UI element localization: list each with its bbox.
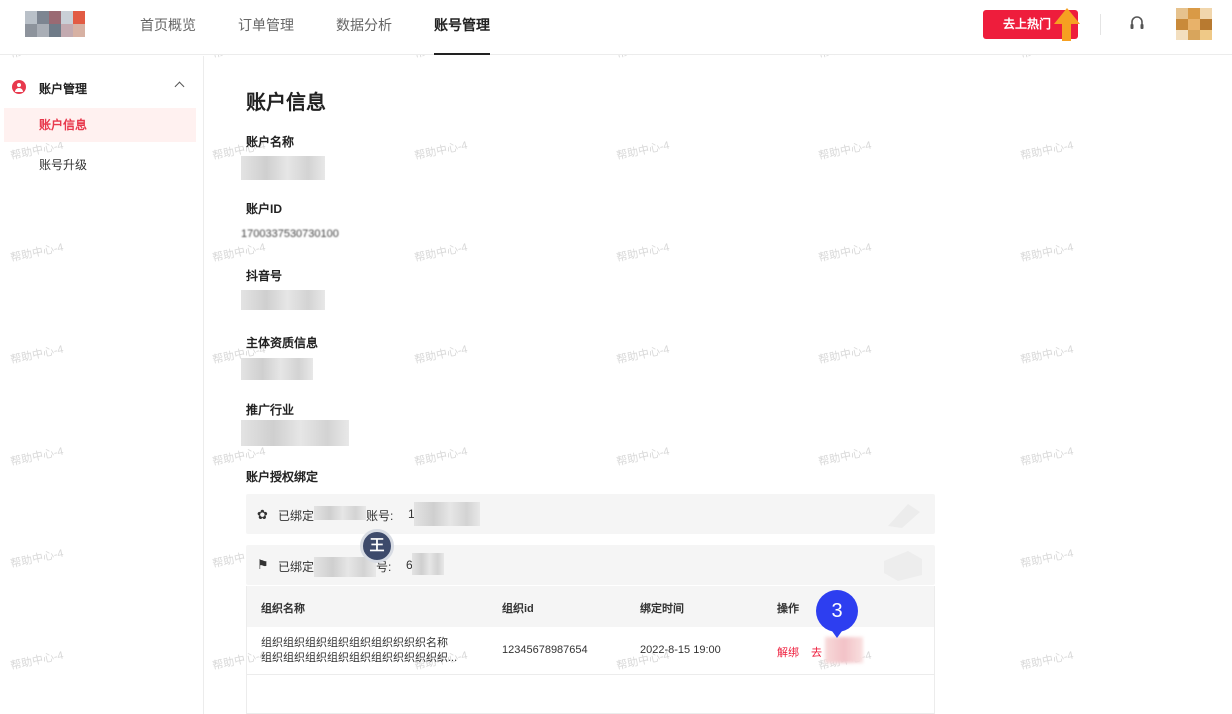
sidebar: 账户管理 账户信息 账号升级 bbox=[0, 56, 204, 714]
top-navigation-bar: 首页概览 订单管理 数据分析 账号管理 去上热门 bbox=[0, 0, 1232, 55]
decorative-box-icon bbox=[884, 551, 922, 581]
logo-tile bbox=[61, 11, 73, 24]
user-marker-badge: 王 bbox=[360, 529, 394, 563]
main-nav: 首页概览 订单管理 数据分析 账号管理 bbox=[140, 0, 532, 55]
logo-tile bbox=[37, 11, 49, 24]
account-id-value: 1700337530730100 bbox=[241, 228, 339, 238]
avatar-tile bbox=[1176, 8, 1188, 19]
go-action-redacted bbox=[825, 637, 863, 663]
page-title: 账户信息 bbox=[246, 92, 326, 114]
th-bind-time: 绑定时间 bbox=[640, 603, 684, 615]
field-label-account-binding: 账户授权绑定 bbox=[246, 470, 319, 484]
bind-row-1-prefix: 已绑定 bbox=[278, 509, 315, 523]
go-action-link[interactable]: 去 bbox=[811, 644, 822, 660]
decorative-logo-icon bbox=[888, 504, 920, 528]
field-label-industry: 推广行业 bbox=[246, 403, 295, 417]
flag-icon: ⚑ bbox=[257, 557, 269, 572]
headset-icon[interactable] bbox=[1129, 15, 1145, 33]
bind-row-1-redacted bbox=[314, 506, 366, 520]
avatar-tile bbox=[1188, 19, 1200, 30]
cell-org-id: 12345678987654 bbox=[502, 644, 588, 656]
avatar-tile bbox=[1200, 8, 1212, 19]
avatar-tile bbox=[1188, 8, 1200, 19]
nav-account-management[interactable]: 账号管理 bbox=[434, 0, 490, 55]
logo-tile bbox=[25, 24, 37, 37]
logo-tile bbox=[49, 24, 61, 37]
logo-tile bbox=[61, 24, 73, 37]
cell-bind-time: 2022-8-15 19:00 bbox=[640, 644, 721, 656]
logo-tile bbox=[49, 11, 61, 24]
avatar-tile bbox=[1200, 30, 1212, 40]
header-divider bbox=[1100, 14, 1101, 35]
logo-tile bbox=[73, 24, 85, 37]
bind-row-1: ✿ 已绑定 账号: 1 bbox=[246, 494, 935, 534]
sidebar-group-account-management[interactable]: 账户管理 bbox=[12, 78, 192, 98]
chevron-up-icon[interactable] bbox=[174, 81, 185, 92]
user-avatar[interactable] bbox=[1176, 8, 1212, 40]
field-label-entity-qualification: 主体资质信息 bbox=[246, 336, 319, 350]
bind-row-2: ⚑ 已绑定 号: 6 bbox=[246, 545, 935, 585]
cell-org-name: 组织组织组织组织组织组织织织织名称 组织组织组织组织组织组织织织织织织... bbox=[261, 636, 483, 666]
th-org-id: 组织id bbox=[502, 603, 534, 615]
bind-row-1-suffix: 账号: bbox=[366, 509, 394, 523]
main-content: 账户信息 账户名称 账户ID 1700337530730100 抖音号 主体资质… bbox=[205, 56, 1232, 714]
sidebar-item-account-upgrade[interactable]: 账号升级 bbox=[4, 148, 196, 182]
table-row: 组织组织组织组织组织组织织织织名称 组织组织组织组织组织组织织织织织织... 1… bbox=[247, 627, 934, 675]
logo-tile bbox=[73, 11, 85, 24]
gear-flower-icon: ✿ bbox=[257, 507, 268, 522]
field-label-douyin-id: 抖音号 bbox=[246, 269, 283, 283]
field-label-account-name: 账户名称 bbox=[246, 135, 295, 149]
bind-row-2-value-redacted bbox=[412, 553, 444, 575]
sidebar-group-label: 账户管理 bbox=[39, 82, 88, 96]
arrow-up-icon-stem bbox=[1062, 22, 1071, 41]
brand-logo[interactable] bbox=[25, 11, 85, 37]
org-name-line-2: 组织组织组织组织组织组织织织织织织... bbox=[261, 652, 458, 664]
th-org-name: 组织名称 bbox=[261, 603, 305, 615]
account-name-value-redacted bbox=[241, 156, 325, 180]
bind-row-2-prefix: 已绑定 bbox=[278, 560, 315, 574]
nav-home-overview[interactable]: 首页概览 bbox=[140, 0, 196, 55]
entity-qualification-value-redacted bbox=[241, 358, 313, 380]
logo-tile bbox=[37, 24, 49, 37]
nav-data-analysis[interactable]: 数据分析 bbox=[336, 0, 392, 55]
logo-tile bbox=[25, 11, 37, 24]
unbind-link[interactable]: 解绑 bbox=[777, 644, 799, 660]
go-hot-button[interactable]: 去上热门 bbox=[983, 8, 1080, 41]
org-name-line-1: 组织组织组织组织组织组织织织织名称 bbox=[261, 637, 448, 649]
douyin-id-value-redacted bbox=[241, 290, 325, 310]
industry-value-redacted bbox=[241, 420, 349, 446]
avatar-tile bbox=[1188, 30, 1200, 40]
step-number-badge: 3 bbox=[816, 590, 858, 638]
user-circle-icon bbox=[12, 80, 26, 94]
sidebar-item-account-info[interactable]: 账户信息 bbox=[4, 108, 196, 142]
nav-order-management[interactable]: 订单管理 bbox=[238, 0, 294, 55]
field-label-account-id: 账户ID bbox=[246, 202, 283, 216]
go-hot-label: 去上热门 bbox=[1003, 17, 1052, 31]
bind-row-1-value-redacted bbox=[414, 502, 480, 526]
th-actions: 操作 bbox=[777, 603, 799, 615]
avatar-tile bbox=[1176, 19, 1188, 30]
avatar-tile bbox=[1176, 30, 1188, 40]
avatar-tile bbox=[1200, 19, 1212, 30]
